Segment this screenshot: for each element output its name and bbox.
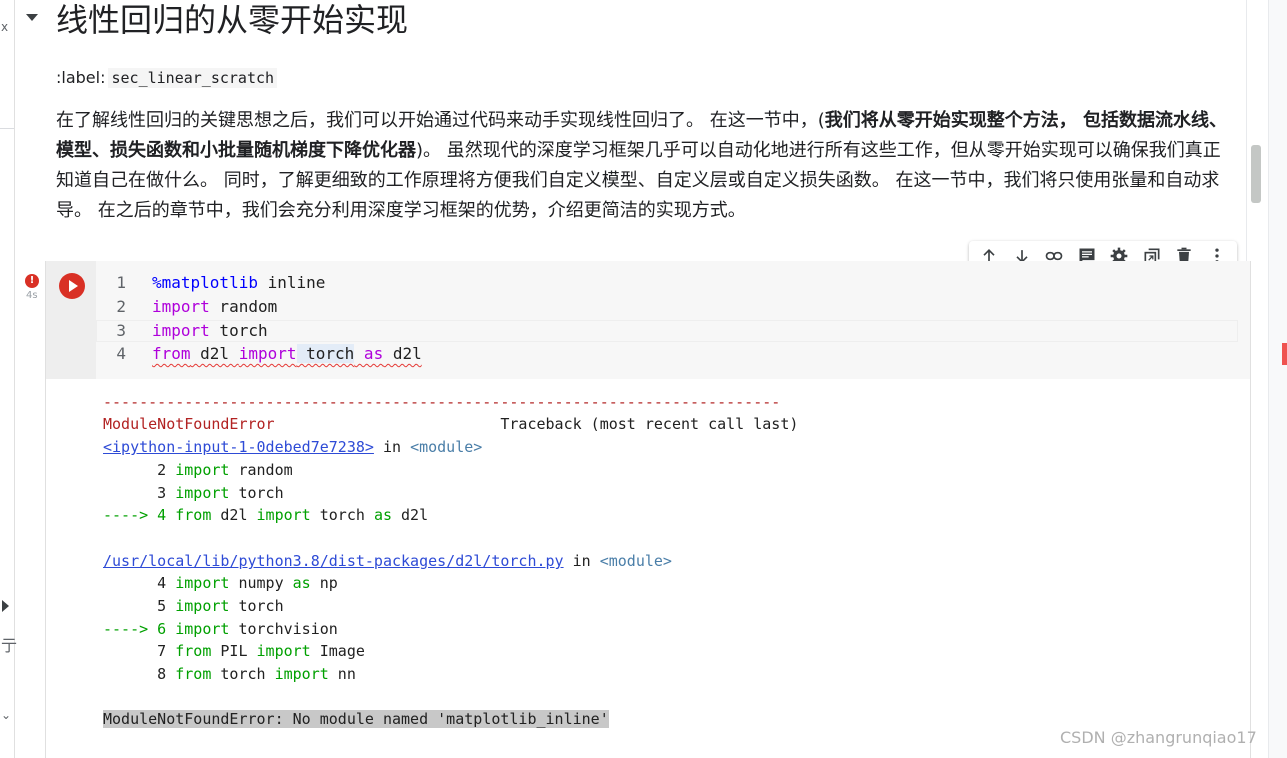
line-number: 2 xyxy=(116,297,126,316)
traceback-separator: ----------------------------------------… xyxy=(103,393,781,411)
execution-time: 4s xyxy=(26,290,38,301)
code-token: torch xyxy=(209,321,268,340)
code-token: torch xyxy=(229,597,284,615)
watermark: CSDN @zhangrunqiao17 xyxy=(1060,728,1257,747)
line-number: 4 xyxy=(116,344,126,363)
code-token: torch xyxy=(229,484,284,502)
side-glyph: ⌄ xyxy=(1,708,12,722)
error-line-marker xyxy=(1282,343,1287,365)
code-token: numpy xyxy=(229,574,293,592)
line-number: 3 xyxy=(116,321,126,340)
final-error: ModuleNotFoundError: No module named 'ma… xyxy=(103,708,609,731)
error-arrow: ----> 4 xyxy=(103,506,176,524)
traceback-line: 3 import torch xyxy=(103,482,284,505)
label-line: :label: sec_linear_scratch xyxy=(56,68,278,88)
code-token: PIL xyxy=(211,642,257,660)
line-number: 8 xyxy=(103,665,176,683)
cell-gutter xyxy=(46,261,96,379)
error-status-icon: ! xyxy=(25,274,39,288)
code-token: nn xyxy=(328,665,356,683)
collapse-section-icon[interactable] xyxy=(26,14,38,21)
code-token: from xyxy=(175,665,212,683)
code-token: import xyxy=(152,297,210,316)
code-token: random xyxy=(229,461,293,479)
line-number: 4 xyxy=(103,574,176,592)
traceback-line: ----> 4 from d2l import torch as d2l xyxy=(103,504,428,527)
traceback-module: <module> xyxy=(599,552,672,570)
left-side-strip: x 亍 ⌄ xyxy=(0,0,18,758)
label-code: sec_linear_scratch xyxy=(108,68,278,88)
code-token: as xyxy=(354,344,384,363)
code-token: torchvision xyxy=(229,620,338,638)
para-text: 在了解线性回归的关键思想之后，我们可以开始通过代码来动手实现线性回归了。 在这一… xyxy=(56,110,825,131)
code-line: 4 from d2l import torch as d2l xyxy=(96,342,422,366)
code-cell[interactable]: 1 %matplotlib inline 2 import random 3 impo… xyxy=(45,261,1287,758)
code-token: from xyxy=(175,506,212,524)
code-token: as xyxy=(373,506,392,524)
code-token: import xyxy=(152,321,210,340)
error-arrow: ----> 6 xyxy=(103,620,176,638)
code-token: import xyxy=(175,597,230,615)
code-token: inline xyxy=(257,273,326,292)
traceback-header: ModuleNotFoundError Traceback (most rece… xyxy=(103,413,798,436)
notebook-scroll-thumb[interactable] xyxy=(1251,145,1261,203)
code-line: 1 %matplotlib inline xyxy=(96,271,325,295)
line-number: 3 xyxy=(103,484,176,502)
code-token: import xyxy=(175,461,230,479)
code-token: d2l xyxy=(392,506,429,524)
code-line: 2 import random xyxy=(96,295,277,319)
code-token: import xyxy=(175,574,230,592)
code-token: d2l xyxy=(211,506,257,524)
code-token: torch xyxy=(310,506,374,524)
code-editor[interactable]: 1 %matplotlib inline 2 import random 3 impo… xyxy=(96,261,1287,379)
window-scrollbar[interactable] xyxy=(1268,0,1287,758)
line-number: 2 xyxy=(103,461,176,479)
traceback-label: Traceback (most recent call last) xyxy=(274,415,799,433)
traceback-line: 7 from PIL import Image xyxy=(103,640,365,663)
traceback-file: <ipython-input-1-0debed7e7238> in <modul… xyxy=(103,436,482,459)
traceback-in: in xyxy=(373,438,411,456)
traceback-line: 8 from torch import nn xyxy=(103,663,356,686)
code-token: from xyxy=(152,344,191,363)
code-token: random xyxy=(209,297,278,316)
traceback-file-link[interactable]: <ipython-input-1-0debed7e7238> xyxy=(103,438,374,456)
run-cell-button[interactable] xyxy=(59,273,85,299)
code-token: d2l xyxy=(190,344,239,363)
traceback-file-link[interactable]: /usr/local/lib/python3.8/dist-packages/d… xyxy=(103,552,564,570)
code-token: torch xyxy=(211,665,275,683)
cell-output: ----------------------------------------… xyxy=(46,379,1250,758)
side-glyph: x xyxy=(1,20,9,34)
section-heading: 线性回归的从零开始实现 xyxy=(56,1,409,39)
traceback-in: in xyxy=(563,552,600,570)
line-number: 7 xyxy=(103,642,176,660)
intro-paragraph: 在了解线性回归的关键思想之后，我们可以开始通过代码来动手实现线性回归了。 在这一… xyxy=(56,106,1236,226)
error-name: ModuleNotFoundError xyxy=(103,415,275,433)
traceback-line: 2 import random xyxy=(103,459,293,482)
code-token: torch xyxy=(296,344,355,363)
traceback-module: <module> xyxy=(410,438,483,456)
code-token: Image xyxy=(310,642,365,660)
code-token: import xyxy=(256,506,311,524)
code-token: np xyxy=(310,574,338,592)
code-token: %matplotlib xyxy=(152,273,258,292)
code-token: d2l xyxy=(383,344,422,363)
code-line: 3 import torch xyxy=(96,319,268,343)
expand-triangle-icon[interactable] xyxy=(2,600,9,612)
traceback-line: ----> 6 import torchvision xyxy=(103,618,338,641)
traceback-line: 5 import torch xyxy=(103,595,284,618)
label-prefix: :label: xyxy=(56,68,106,87)
line-number: 5 xyxy=(103,597,176,615)
code-token: import xyxy=(256,642,311,660)
code-token: import xyxy=(175,620,230,638)
traceback-file: /usr/local/lib/python3.8/dist-packages/d… xyxy=(103,550,672,573)
code-token: import xyxy=(274,665,329,683)
traceback-line: 4 import numpy as np xyxy=(103,572,338,595)
code-token: as xyxy=(292,574,311,592)
code-token: import xyxy=(238,344,297,363)
line-number: 1 xyxy=(116,273,126,292)
side-glyph: 亍 xyxy=(1,636,18,655)
code-token: from xyxy=(175,642,212,660)
code-token: import xyxy=(175,484,230,502)
final-error-text: ModuleNotFoundError: No module named 'ma… xyxy=(103,710,609,728)
